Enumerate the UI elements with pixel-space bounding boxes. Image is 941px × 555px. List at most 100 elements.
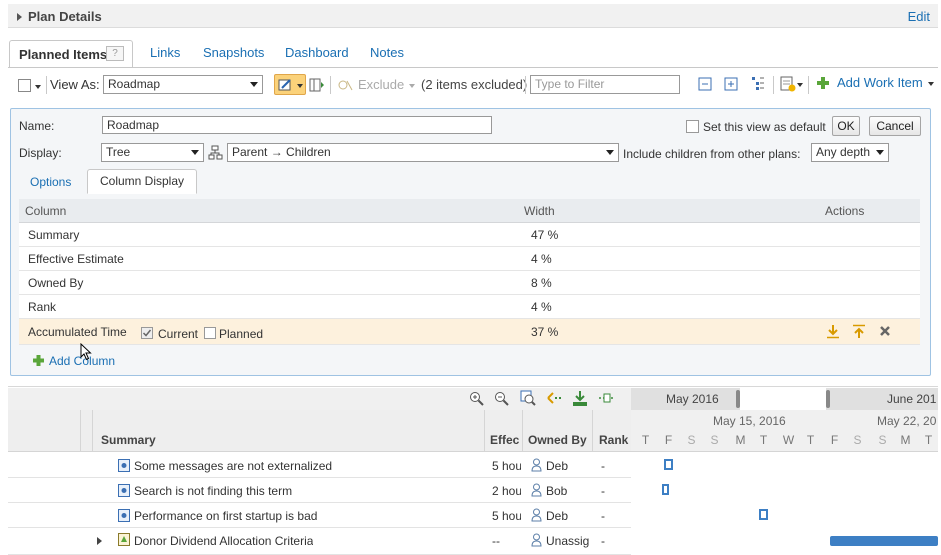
chevron-down-icon[interactable] [35,85,41,89]
exclude-button[interactable]: Exclude [358,77,404,92]
work-item-estimate: 5 hou [492,459,521,473]
subtab-column-display[interactable]: Column Display [87,169,197,194]
zoom-in-icon[interactable] [469,391,484,406]
chevron-down-icon [876,150,884,155]
export-icon[interactable] [572,390,588,407]
day-label: T [641,433,650,447]
work-item-summary[interactable]: Performance on first startup is bad [134,509,317,523]
column-divider [92,410,93,452]
day-label: S [687,433,696,447]
chevron-down-icon[interactable] [797,83,803,87]
work-item-summary[interactable]: Some messages are not externalized [134,459,332,473]
summary-header[interactable]: Summary [101,433,156,447]
planned-checkbox[interactable] [204,327,216,339]
table-row[interactable]: Donor Dividend Allocation Criteria -- Un… [8,528,631,555]
column-header: Column [25,204,67,218]
relationship-select[interactable]: Parent → Children [227,143,619,162]
schedule-bar[interactable] [662,484,669,495]
ok-button[interactable]: OK [832,116,860,136]
remove-column-icon[interactable] [879,325,891,337]
column-row-selected[interactable]: Accumulated Time Current Planned 37 % [19,319,920,345]
move-down-icon[interactable] [826,324,840,339]
current-checkbox[interactable] [141,327,153,339]
depth-value: Any depth [816,145,871,159]
tab-links[interactable]: Links [150,45,180,60]
toolbar-separator [46,76,47,94]
defect-icon [118,509,130,522]
table-row[interactable]: Search is not finding this term 2 hou Bo… [8,478,631,503]
toolbar-separator [808,76,809,94]
rank-header[interactable]: Rank [599,433,628,447]
gantt-divider [8,386,938,387]
tab-notes[interactable]: Notes [370,45,404,60]
edit-view-icon [278,79,291,91]
milestone-link-icon[interactable] [598,392,616,404]
planned-label: Planned [219,327,264,341]
column-divider [522,410,523,452]
plan-details-header[interactable]: Plan Details Edit [8,4,938,28]
column-row[interactable]: Rank 4 % [19,295,920,319]
chevron-down-icon[interactable] [928,82,934,86]
table-row[interactable]: Performance on first startup is bad 5 ho… [8,503,631,528]
help-icon[interactable]: ? [106,46,124,61]
column-width[interactable]: 47 % [531,228,558,242]
cancel-button[interactable]: Cancel [869,116,921,136]
timeline-visible-range[interactable] [740,388,826,410]
actions-header: Actions [825,204,865,218]
relationship-value: Parent → Children [232,145,331,159]
expand-triangle-icon[interactable] [17,13,22,21]
column-row[interactable]: Effective Estimate 4 % [19,247,920,271]
edit-view-button[interactable] [274,74,306,95]
owned-by-header[interactable]: Owned By [528,433,587,447]
depth-select[interactable]: Any depth [811,143,889,162]
scroll-to-today-icon[interactable] [546,391,562,405]
work-item-summary[interactable]: Search is not finding this term [134,484,292,498]
work-item-summary[interactable]: Donor Dividend Allocation Criteria [134,534,313,548]
view-as-select[interactable]: Roadmap [103,75,263,94]
schedule-bar[interactable] [759,509,768,520]
column-width[interactable]: 37 % [531,325,558,339]
timeline-month-bar: May 2016 June 201 [631,388,938,410]
tab-planned-items[interactable]: Planned Items ? [9,40,133,68]
tab-dashboard[interactable]: Dashboard [285,45,349,60]
tab-snapshots[interactable]: Snapshots [203,45,264,60]
work-item-estimate: -- [492,534,500,548]
add-work-item-button[interactable]: Add Work Item [837,75,923,90]
plan-grid-header: Summary Effec Owned By Rank [8,410,631,452]
column-row[interactable]: Owned By 8 % [19,271,920,295]
column-name: Effective Estimate [28,252,124,266]
tree-outline-icon[interactable] [751,76,765,92]
column-row[interactable]: Summary 47 % [19,223,920,247]
expand-all-icon[interactable] [724,77,738,91]
edit-link[interactable]: Edit [908,9,930,24]
column-width[interactable]: 4 % [531,252,552,266]
work-item-rank: - [601,509,605,523]
column-width[interactable]: 4 % [531,300,552,314]
schedule-bar[interactable] [830,536,938,546]
column-width[interactable]: 8 % [531,276,552,290]
zoom-fit-icon[interactable] [520,390,536,406]
display-select[interactable]: Tree [101,143,204,162]
expand-row-icon[interactable] [97,537,102,545]
column-table-header: Column Width Actions [19,199,920,223]
chevron-down-icon [606,150,614,155]
column-name: Owned By [28,276,84,290]
collapse-all-icon[interactable] [698,77,712,91]
include-children-label: Include children from other plans: [623,147,801,161]
filter-input[interactable]: Type to Filter [530,75,680,94]
work-item-owner: Unassig [546,534,590,548]
table-row[interactable]: Some messages are not externalized 5 hou… [8,453,631,478]
view-name-input[interactable]: Roadmap [102,116,492,134]
subtab-options[interactable]: Options [30,175,71,189]
column-layout-icon[interactable] [309,78,325,92]
zoom-out-icon[interactable] [494,391,509,406]
excluded-count: (2 items excluded) [421,77,528,92]
timeline-handle-right[interactable] [826,390,830,408]
effective-estimate-header[interactable]: Effec [490,433,519,447]
plan-checks-icon[interactable] [780,76,796,92]
set-default-checkbox[interactable] [686,120,699,133]
view-as-label: View As: [50,77,100,92]
schedule-bar[interactable] [664,459,673,470]
move-up-icon[interactable] [852,324,866,339]
select-all-checkbox[interactable] [18,79,31,92]
